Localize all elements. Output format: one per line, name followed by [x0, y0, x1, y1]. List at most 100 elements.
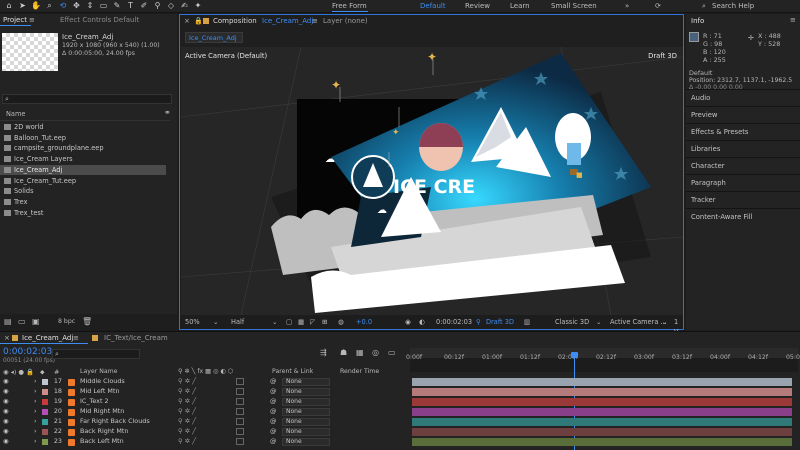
parent-dropdown[interactable]: None [282, 408, 330, 416]
parent-dropdown[interactable]: None [282, 438, 330, 446]
layer-duration-bar[interactable] [412, 388, 792, 396]
layer-row[interactable]: ◉ › 19 IC_Text 2 ⚲ ✲ ╱ @ None [0, 397, 408, 407]
workspace-learn[interactable]: Learn [510, 1, 530, 11]
interpret-footage-icon[interactable]: ▤ [4, 317, 12, 326]
pick-whip-icon[interactable]: @ [270, 377, 276, 387]
composition-tab-prefix[interactable]: Composition [213, 17, 257, 25]
chevron-down-icon[interactable]: ⌄ [213, 317, 219, 327]
layer-name[interactable]: Mid Left Mtn [80, 387, 120, 397]
comp-flowchart-tab[interactable]: Ice_Cream_Adj [185, 32, 243, 43]
renderer-dropdown[interactable]: Classic 3D [555, 317, 589, 327]
layer-label-color[interactable] [42, 409, 48, 415]
chevron-down-icon[interactable]: ⌄ [596, 317, 602, 327]
new-composition-icon[interactable]: ▣ [32, 317, 40, 326]
layer-tab[interactable]: Layer (none) [323, 17, 368, 25]
layer-switches[interactable]: ⚲ ✲ ╱ [178, 427, 196, 437]
timeline-search-input[interactable]: ⌕ [52, 349, 140, 359]
layer-duration-bar[interactable] [412, 398, 792, 406]
channel-icon[interactable]: ◍ [338, 317, 344, 327]
info-tab[interactable]: Info [691, 17, 704, 25]
parent-link-header[interactable]: Parent & Link [272, 368, 313, 375]
pick-whip-icon[interactable]: @ [270, 427, 276, 437]
parent-dropdown[interactable]: None [282, 378, 330, 386]
panel-section[interactable]: Effects & Presets [686, 123, 800, 140]
type-icon[interactable]: T [126, 1, 136, 11]
layer-switches[interactable]: ⚲ ✲ ╱ [178, 437, 196, 447]
layer-row[interactable]: ◉ › 23 Back Left Mtn ⚲ ✲ ╱ @ None [0, 437, 408, 447]
shy-icon[interactable]: ☗ [340, 348, 347, 357]
project-list-item[interactable]: campsite_groundplane.eep [0, 143, 166, 153]
mask-visibility-icon[interactable]: ◸ [310, 317, 315, 327]
free-form-label[interactable]: Free Form [332, 1, 367, 11]
project-list-item[interactable]: 2D world [0, 122, 166, 132]
panel-section[interactable]: Paragraph [686, 174, 800, 191]
camera-pan-icon[interactable]: ✥ [72, 1, 82, 11]
panel-menu-icon[interactable]: ≡ [29, 16, 35, 25]
layer-row[interactable]: ◉ › 20 Mid Right Mtn ⚲ ✲ ╱ @ None [0, 407, 408, 417]
camera-dolly-icon[interactable]: ⇕ [85, 1, 95, 11]
sync-icon[interactable]: ⟳ [655, 1, 661, 11]
render-time-header[interactable]: Render Time [340, 368, 379, 375]
layer-name-header[interactable]: Layer Name [80, 368, 117, 375]
panel-section[interactable]: Content-Aware Fill [686, 208, 800, 225]
rectangle-icon[interactable]: ▭ [99, 1, 109, 11]
composition-viewer[interactable]: ICE CRE ✦ ✦ ✦ ☁ ☁ ■ Active Camera (Defau… [181, 47, 683, 315]
layer-label-color[interactable] [42, 389, 48, 395]
snapshot-icon[interactable]: ◉ [405, 317, 411, 327]
project-list-item[interactable]: Trex [0, 197, 166, 207]
frame-blending-icon[interactable]: ▦ [356, 348, 364, 357]
visibility-icon[interactable]: ◉ [3, 377, 9, 387]
project-list-item[interactable]: Trex_test [0, 208, 166, 218]
pick-whip-icon[interactable]: @ [270, 387, 276, 397]
pick-whip-icon[interactable]: @ [270, 437, 276, 447]
chevron-right-icon[interactable]: › [34, 377, 37, 387]
project-search-input[interactable]: ⌕ [2, 94, 172, 104]
draft-3d-icon[interactable]: ⚲ [476, 317, 481, 327]
project-tab[interactable]: Project [3, 16, 27, 25]
flowchart-icon[interactable]: ⚭ [164, 108, 171, 117]
new-folder-icon[interactable]: ▭ [18, 317, 26, 326]
layer-name[interactable]: Mid Right Mtn [80, 407, 124, 417]
chevron-right-icon[interactable]: › [34, 407, 37, 417]
chevron-down-icon[interactable]: ⌄ [272, 317, 278, 327]
visibility-icon[interactable]: ◉ [3, 427, 9, 437]
chevron-right-icon[interactable]: › [34, 387, 37, 397]
hand-icon[interactable]: ✋ [31, 1, 41, 11]
3d-layer-checkbox[interactable] [236, 418, 244, 425]
layer-row[interactable]: ◉ › 22 Back Right Mtn ⚲ ✲ ╱ @ None [0, 427, 408, 437]
eraser-icon[interactable]: ◇ [166, 1, 176, 11]
close-icon[interactable]: × [184, 17, 190, 25]
layer-duration-bar[interactable] [412, 438, 792, 446]
show-snapshot-icon[interactable]: ◐ [419, 317, 425, 327]
workspace-default[interactable]: Default [420, 1, 446, 11]
camera-orbit-icon[interactable]: ⟲ [58, 1, 68, 11]
visibility-icon[interactable]: ◉ [3, 407, 9, 417]
layer-switches[interactable]: ⚲ ✲ ╱ [178, 417, 196, 427]
panel-menu-icon[interactable]: ≡ [312, 17, 318, 25]
resolution-dropdown[interactable]: Half [231, 317, 244, 327]
timeline-tab2-name[interactable]: IC_Text/Ice_Cream [104, 334, 168, 342]
search-help-input[interactable]: Search Help [712, 1, 754, 11]
layer-label-color[interactable] [42, 379, 48, 385]
playhead-handle[interactable] [570, 352, 578, 358]
views-dropdown[interactable]: 1 V [674, 317, 683, 336]
workspace-small-screen[interactable]: Small Screen [551, 1, 597, 11]
camera-view-dropdown[interactable]: Active Camera ... [610, 317, 667, 327]
home-icon[interactable]: ⌂ [4, 1, 14, 11]
layer-switches[interactable]: ⚲ ✲ ╱ [178, 377, 196, 387]
chevron-right-icon[interactable]: › [34, 417, 37, 427]
bit-depth-button[interactable]: 8 bpc [58, 318, 75, 325]
layer-name[interactable]: Far Right Back Clouds [80, 417, 150, 427]
layer-name[interactable]: IC_Text 2 [80, 397, 109, 407]
panel-section[interactable]: Libraries [686, 140, 800, 157]
panel-section[interactable]: Tracker [686, 191, 800, 208]
motion-blur-icon[interactable]: ◎ [372, 348, 379, 357]
chevron-right-icon[interactable]: › [34, 427, 37, 437]
lock-icon[interactable]: 🔒 [194, 17, 203, 25]
region-of-interest-icon[interactable]: ▢ [286, 317, 292, 327]
workspace-review[interactable]: Review [465, 1, 490, 11]
visibility-icon[interactable]: ◉ [3, 437, 9, 447]
parent-dropdown[interactable]: None [282, 418, 330, 426]
puppet-icon[interactable]: ✦ [193, 1, 203, 11]
3d-layer-checkbox[interactable] [236, 388, 244, 395]
